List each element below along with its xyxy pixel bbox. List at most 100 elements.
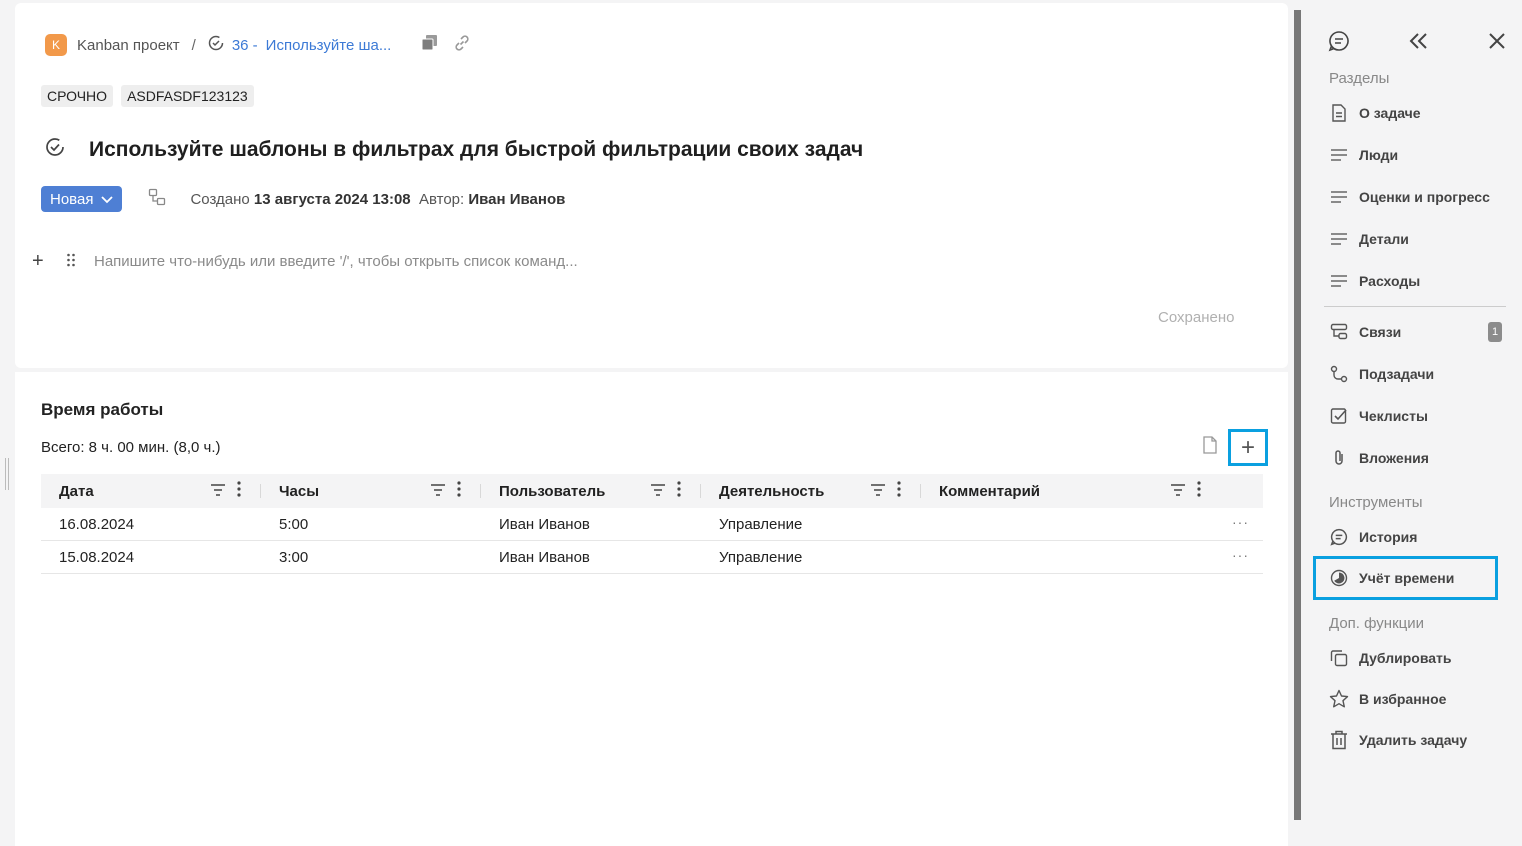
task-title[interactable]: Используйте шаблоны в фильтрах для быстр…: [89, 138, 863, 162]
nav-item-duplicate[interactable]: Дублировать: [1329, 646, 1452, 670]
cell-hours: 3:00: [279, 548, 309, 566]
extra-heading: Доп. функции: [1329, 615, 1424, 632]
panel-divider: [1324, 306, 1506, 307]
nav-item-favorite[interactable]: В избранное: [1329, 687, 1446, 711]
add-worklog-button[interactable]: +: [1228, 429, 1268, 466]
author-label: Автор:: [418, 190, 465, 208]
created-info: Создано 13 августа 2024 13:08 Автор: Ива…: [190, 191, 565, 208]
row-more-icon[interactable]: ···: [1232, 514, 1249, 530]
star-icon: [1329, 689, 1349, 709]
created-label: Создано: [190, 190, 250, 208]
nav-item-label: Вложения: [1359, 450, 1429, 466]
column-header-comment[interactable]: Комментарий: [921, 474, 1263, 508]
task-type-icon[interactable]: [148, 188, 166, 210]
cell-date: 15.08.2024: [59, 548, 135, 566]
nav-item-label: Оценки и прогресс: [1359, 189, 1490, 205]
nav-item-about[interactable]: О задаче: [1329, 101, 1421, 125]
collapse-panel-icon[interactable]: [1409, 33, 1429, 54]
table-row[interactable]: 16.08.2024 5:00 Иван Иванов Управление ·…: [41, 508, 1263, 541]
column-header-activity[interactable]: Деятельность: [701, 474, 921, 508]
right-panel-toolbar: [1328, 30, 1506, 57]
comment-icon[interactable]: [1328, 30, 1350, 57]
nav-item-delete[interactable]: Удалить задачу: [1329, 728, 1467, 752]
column-label: Дата: [59, 482, 94, 500]
filter-icon[interactable]: [871, 483, 885, 500]
nav-item-links[interactable]: Связи: [1329, 320, 1401, 344]
filter-icon[interactable]: [431, 483, 445, 500]
cell-hours: 5:00: [279, 515, 309, 533]
row-more-icon[interactable]: ···: [1232, 547, 1249, 563]
filter-icon[interactable]: [1171, 483, 1185, 500]
nav-item-attachments[interactable]: Вложения: [1329, 446, 1429, 470]
document-icon: [1329, 104, 1349, 122]
column-header-date[interactable]: Дата: [41, 474, 261, 508]
nav-item-label: Связи: [1359, 324, 1402, 340]
nav-item-label: Расходы: [1359, 273, 1421, 289]
duplicate-icon: [1329, 649, 1349, 667]
project-badge: K: [45, 34, 67, 56]
nav-item-label: О задаче: [1359, 105, 1421, 121]
sections-heading: Разделы: [1329, 70, 1390, 87]
cell-user: Иван Иванов: [499, 515, 590, 533]
column-label: Деятельность: [719, 482, 825, 500]
nav-item-estimates[interactable]: Оценки и прогресс: [1329, 185, 1490, 209]
add-block-icon[interactable]: +: [32, 250, 48, 273]
column-label: Часы: [279, 482, 320, 500]
lines-icon: [1329, 233, 1349, 245]
copy-icon[interactable]: [421, 34, 439, 56]
chevron-down-icon: [101, 191, 114, 208]
author-name[interactable]: Иван Иванов: [468, 191, 565, 208]
nav-item-label: Подзадачи: [1359, 366, 1435, 382]
nav-item-people[interactable]: Люди: [1329, 143, 1398, 167]
nav-item-history[interactable]: История: [1329, 525, 1417, 549]
cell-date: 16.08.2024: [59, 515, 135, 533]
links-count-badge: 1: [1488, 322, 1502, 342]
drag-handle-icon[interactable]: [66, 253, 76, 271]
cell-activity: Управление: [719, 515, 803, 533]
link-icon[interactable]: [453, 34, 471, 56]
more-vertical-icon[interactable]: [677, 481, 681, 501]
tag[interactable]: ASDFASDF123123: [121, 85, 254, 107]
more-vertical-icon[interactable]: [897, 481, 901, 501]
status-dropdown[interactable]: Новая: [41, 186, 123, 212]
task-meta: Новая Создано 13 августа 2024 13:08 Авто…: [41, 186, 565, 212]
table-row[interactable]: 15.08.2024 3:00 Иван Иванов Управление ·…: [41, 541, 1263, 574]
more-vertical-icon[interactable]: [457, 481, 461, 501]
scrollbar[interactable]: [1294, 10, 1301, 820]
description-editor[interactable]: + Напишите что-нибудь или введите '/', ч…: [32, 250, 578, 273]
nav-item-label: Удалить задачу: [1359, 732, 1468, 748]
filter-icon[interactable]: [651, 483, 665, 500]
table-header: Дата Часы Пользователь Деятельность Комм…: [41, 474, 1263, 508]
nav-item-label: Люди: [1359, 147, 1399, 163]
more-vertical-icon[interactable]: [237, 481, 241, 501]
worklog-actions: +: [1202, 429, 1268, 466]
task-title-row: Используйте шаблоны в фильтрах для быстр…: [45, 137, 863, 162]
status-label: Новая: [50, 190, 94, 208]
subtasks-icon: [1329, 365, 1349, 383]
saved-status: Сохранено: [1158, 309, 1235, 326]
right-panel: Разделы О задаче Люди Оценки и прогресс …: [1310, 0, 1522, 846]
breadcrumb-task-link[interactable]: Используйте ша...: [266, 37, 392, 54]
breadcrumb-task-number[interactable]: 36 -: [232, 37, 258, 54]
resize-handle[interactable]: [5, 458, 9, 490]
nav-item-details[interactable]: Детали: [1329, 227, 1409, 251]
checkbox-icon: [1329, 407, 1349, 425]
nav-item-checklists[interactable]: Чеклисты: [1329, 404, 1428, 428]
editor-placeholder[interactable]: Напишите что-нибудь или введите '/', что…: [94, 253, 578, 270]
nav-item-label: В избранное: [1359, 691, 1447, 707]
more-vertical-icon[interactable]: [1197, 481, 1201, 501]
nav-item-subtasks[interactable]: Подзадачи: [1329, 362, 1434, 386]
document-icon[interactable]: [1202, 436, 1218, 459]
tag[interactable]: СРОЧНО: [41, 85, 114, 107]
lines-icon: [1329, 191, 1349, 203]
nav-item-label: Дублировать: [1359, 650, 1452, 666]
close-icon[interactable]: [1488, 32, 1506, 55]
nav-item-expenses[interactable]: Расходы: [1329, 269, 1420, 293]
column-header-hours[interactable]: Часы: [261, 474, 481, 508]
filter-icon[interactable]: [211, 483, 225, 500]
paperclip-icon: [1329, 449, 1349, 467]
cell-activity: Управление: [719, 548, 803, 566]
breadcrumb-project-link[interactable]: Kanban проект: [77, 37, 180, 54]
column-header-user[interactable]: Пользователь: [481, 474, 701, 508]
column-label: Комментарий: [939, 482, 1041, 500]
